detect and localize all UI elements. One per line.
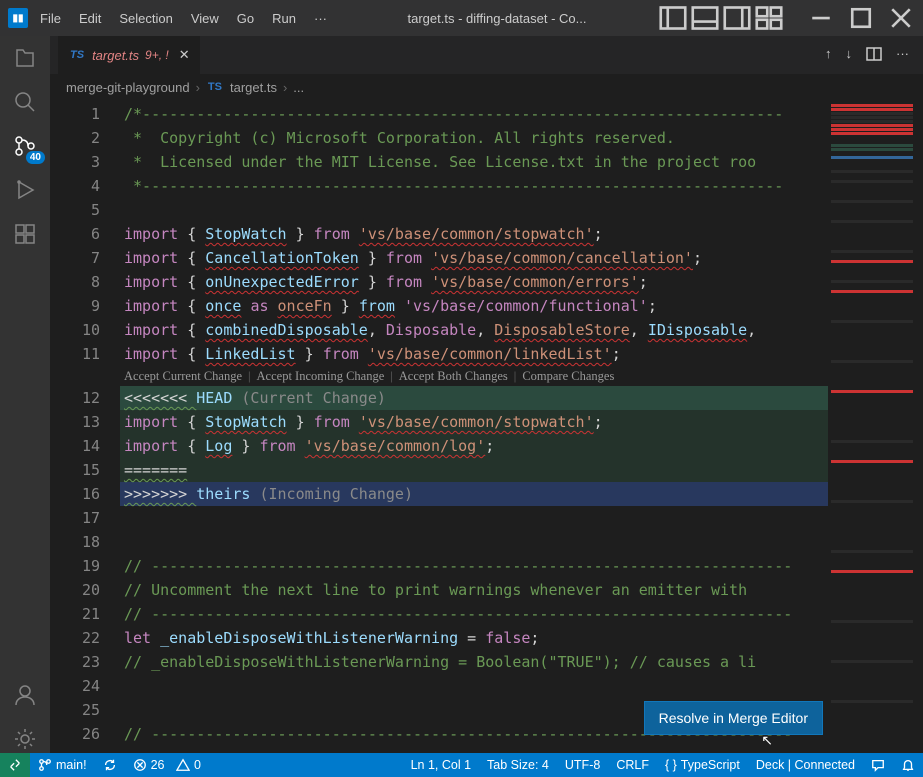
debug-icon[interactable] [11, 176, 39, 204]
extensions-icon[interactable] [11, 220, 39, 248]
code-area[interactable]: /*--------------------------------------… [120, 100, 828, 753]
split-icon[interactable] [866, 46, 882, 65]
typescript-icon: TS [68, 48, 86, 62]
window-title: target.ts - diffing-dataset - Co... [339, 11, 655, 26]
line-gutter: 1234567891011121314151617181920212223242… [50, 100, 120, 753]
cursor-icon: ↖ [761, 732, 773, 749]
remote-indicator[interactable] [0, 753, 30, 777]
eol[interactable]: CRLF [608, 753, 657, 777]
branch-indicator[interactable]: main! [30, 753, 95, 777]
layout-right-icon[interactable] [723, 4, 751, 32]
gear-icon[interactable] [11, 725, 39, 753]
cursor-position[interactable]: Ln 1, Col 1 [403, 753, 479, 777]
maximize-icon[interactable] [847, 4, 875, 32]
menu-go[interactable]: Go [229, 7, 262, 30]
menu-run[interactable]: Run [264, 7, 304, 30]
tab-target[interactable]: TS target.ts 9+, ! ✕ [58, 36, 200, 74]
next-change-icon[interactable]: ↓ [846, 46, 853, 65]
more-icon[interactable]: ··· [896, 46, 909, 65]
feedback-icon[interactable] [863, 753, 893, 777]
minimize-icon[interactable] [807, 4, 835, 32]
breadcrumb[interactable]: merge-git-playground › TS target.ts › ..… [50, 74, 923, 100]
layout-grid-icon[interactable] [755, 4, 783, 32]
sync-indicator[interactable] [95, 753, 125, 777]
account-icon[interactable] [11, 681, 39, 709]
layout-bottom-icon[interactable] [691, 4, 719, 32]
breadcrumb-file[interactable]: target.ts [230, 80, 277, 95]
language-mode[interactable]: { } TypeScript [657, 753, 748, 777]
codelens-0[interactable]: Accept Current Change [124, 364, 242, 388]
tab-size[interactable]: Tab Size: 4 [479, 753, 557, 777]
menu-file[interactable]: File [32, 7, 69, 30]
deck-status[interactable]: Deck | Connected [748, 753, 863, 777]
scm-badge: 40 [26, 151, 45, 164]
search-icon[interactable] [11, 88, 39, 116]
app-logo: ▮▮ [8, 8, 28, 28]
close-icon[interactable] [887, 4, 915, 32]
bell-icon[interactable] [893, 753, 923, 777]
menu-view[interactable]: View [183, 7, 227, 30]
typescript-icon: TS [206, 80, 224, 94]
prev-change-icon[interactable]: ↑ [825, 46, 832, 65]
minimap[interactable] [828, 100, 923, 753]
codelens-3[interactable]: Compare Changes [522, 364, 614, 388]
problems-indicator[interactable]: 26 0 [125, 753, 209, 777]
breadcrumb-tail[interactable]: ... [293, 80, 304, 95]
tab-name: target.ts [92, 48, 139, 63]
tab-modified-indicator: 9+, ! [145, 48, 169, 62]
tab-close-icon[interactable]: ✕ [179, 47, 190, 63]
menu-bar: File Edit Selection View Go Run ··· [32, 7, 335, 30]
menu-edit[interactable]: Edit [71, 7, 109, 30]
menu-selection[interactable]: Selection [111, 7, 180, 30]
codelens-1[interactable]: Accept Incoming Change [257, 364, 385, 388]
breadcrumb-root[interactable]: merge-git-playground [66, 80, 190, 95]
resolve-merge-button[interactable]: Resolve in Merge Editor [644, 701, 823, 735]
explorer-icon[interactable] [11, 44, 39, 72]
scm-icon[interactable]: 40 [11, 132, 39, 160]
menu-overflow[interactable]: ··· [306, 7, 335, 30]
layout-left-icon[interactable] [659, 4, 687, 32]
codelens-2[interactable]: Accept Both Changes [399, 364, 508, 388]
encoding[interactable]: UTF-8 [557, 753, 608, 777]
